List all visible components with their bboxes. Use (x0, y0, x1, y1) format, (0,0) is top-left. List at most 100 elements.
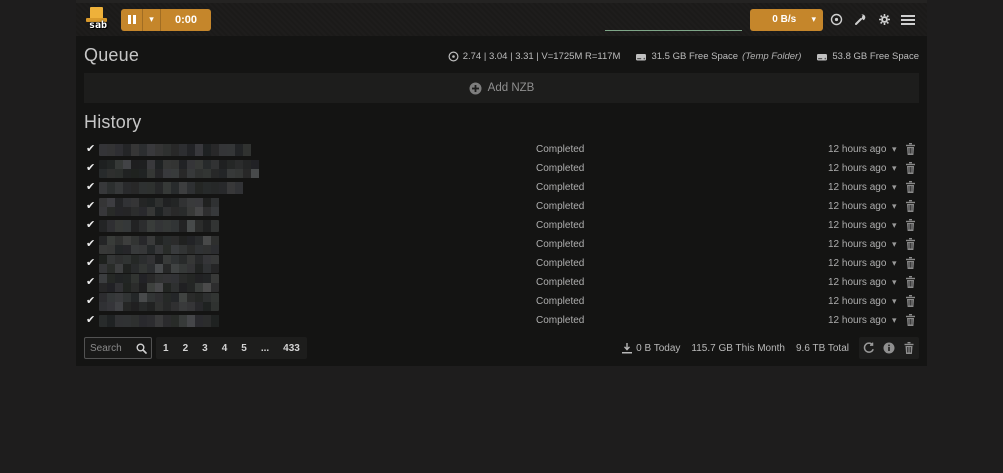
history-header: History (76, 105, 927, 138)
row-delete-button[interactable] (906, 219, 915, 234)
row-dropdown-button[interactable]: ▾ (890, 313, 899, 328)
row-delete-button[interactable] (906, 276, 915, 291)
job-status: Completed (536, 315, 584, 326)
purge-history-button[interactable] (899, 337, 919, 359)
job-time: 12 hours ago (828, 258, 886, 269)
job-status: Completed (536, 239, 584, 250)
row-dropdown-button[interactable]: ▾ (890, 256, 899, 271)
history-row[interactable]: ✔ Completed 12 hours ago ▾ (76, 197, 927, 216)
completed-check-icon: ✔ (86, 276, 95, 289)
job-status: Completed (536, 144, 584, 155)
row-delete-button[interactable] (906, 200, 915, 215)
job-time: 12 hours ago (828, 315, 886, 326)
trash-icon (906, 276, 915, 288)
temp-folder-space: 31.5 GB Free Space (Temp Folder) (635, 51, 801, 62)
row-delete-button[interactable] (906, 295, 915, 310)
job-status: Completed (536, 201, 584, 212)
trash-icon (906, 238, 915, 250)
history-footer: 12345...433 0 B Today 115.7 GB This Mont… (76, 332, 927, 366)
sab-logo[interactable]: sab (84, 6, 114, 34)
queue-title: Queue (84, 45, 139, 66)
sab-hat-icon (90, 7, 103, 19)
row-delete-button[interactable] (906, 238, 915, 253)
job-status: Completed (536, 258, 584, 269)
history-row[interactable]: ✔ Completed 12 hours ago ▾ (76, 216, 927, 235)
job-status: Completed (536, 182, 584, 193)
plus-circle-icon (469, 82, 482, 95)
speed-dropdown-button[interactable]: 0 B/s ▾ (750, 9, 823, 31)
row-dropdown-button[interactable]: ▾ (890, 180, 899, 195)
history-list: ✔ Completed 12 hours ago ▾ ✔ Completed 1… (76, 140, 927, 330)
job-time: 12 hours ago (828, 296, 886, 307)
history-row[interactable]: ✔ Completed 12 hours ago ▾ (76, 178, 927, 197)
redacted-job-name (99, 293, 219, 311)
add-nzb-button[interactable]: Add NZB (84, 73, 919, 103)
row-dropdown-button[interactable]: ▾ (890, 294, 899, 309)
top-bar: sab ▾ 0:00 0 B/s ▾ (76, 0, 927, 36)
row-dropdown-button[interactable]: ▾ (890, 142, 899, 157)
page-button-2[interactable]: 2 (176, 337, 196, 359)
completed-check-icon: ✔ (86, 257, 95, 270)
sabnzbd-app: sab ▾ 0:00 0 B/s ▾ (76, 0, 927, 366)
row-dropdown-button[interactable]: ▾ (890, 199, 899, 214)
trash-icon (906, 143, 915, 155)
sab-logo-text: sab (85, 20, 111, 31)
history-row[interactable]: ✔ Completed 12 hours ago ▾ (76, 311, 927, 330)
row-delete-button[interactable] (906, 162, 915, 177)
pause-button[interactable] (121, 9, 143, 31)
search-input[interactable] (85, 343, 131, 354)
page-button-4[interactable]: 4 (215, 337, 235, 359)
temp-folder-note: (Temp Folder) (742, 51, 801, 62)
pause-timer[interactable]: 0:00 (161, 9, 211, 31)
trash-icon (906, 162, 915, 174)
menu-icon-button[interactable] (897, 8, 919, 32)
history-row[interactable]: ✔ Completed 12 hours ago ▾ (76, 273, 927, 292)
page-ellipsis[interactable]: ... (254, 337, 276, 359)
speed-value: 0 B/s (757, 14, 811, 25)
pagination: 12345...433 (156, 337, 307, 359)
page-button-5[interactable]: 5 (234, 337, 254, 359)
temp-folder-space-value: 31.5 GB Free Space (651, 51, 738, 62)
row-delete-button[interactable] (906, 257, 915, 272)
status-icon-button[interactable] (825, 8, 847, 32)
hamburger-menu-icon (901, 14, 915, 26)
speed-sparkline (605, 12, 742, 31)
add-nzb-label: Add NZB (488, 82, 535, 94)
completed-check-icon: ✔ (86, 143, 95, 156)
redacted-job-name (99, 315, 221, 327)
trash-icon (906, 219, 915, 231)
gear-icon-button[interactable] (873, 8, 895, 32)
page-button-433[interactable]: 433 (276, 337, 307, 359)
wrench-icon-button[interactable] (849, 8, 871, 32)
refresh-button[interactable] (859, 337, 879, 359)
row-delete-button[interactable] (906, 143, 915, 158)
chevron-down-icon: ▾ (149, 15, 154, 24)
history-row[interactable]: ✔ Completed 12 hours ago ▾ (76, 159, 927, 178)
row-dropdown-button[interactable]: ▾ (890, 161, 899, 176)
redacted-job-name (99, 144, 257, 156)
history-row[interactable]: ✔ Completed 12 hours ago ▾ (76, 292, 927, 311)
completed-check-icon: ✔ (86, 219, 95, 232)
history-row[interactable]: ✔ Completed 12 hours ago ▾ (76, 140, 927, 159)
row-delete-button[interactable] (906, 314, 915, 329)
month-total-value: 115.7 GB This Month (691, 343, 785, 354)
row-dropdown-button[interactable]: ▾ (890, 275, 899, 290)
row-delete-button[interactable] (906, 181, 915, 196)
job-time: 12 hours ago (828, 182, 886, 193)
today-total-value: 0 B Today (636, 343, 680, 354)
pause-dropdown-button[interactable]: ▾ (143, 9, 161, 31)
history-row[interactable]: ✔ Completed 12 hours ago ▾ (76, 254, 927, 273)
job-time: 12 hours ago (828, 201, 886, 212)
search-icon (136, 343, 147, 354)
search-button[interactable] (131, 339, 151, 357)
refresh-icon (863, 342, 875, 354)
row-dropdown-button[interactable]: ▾ (890, 237, 899, 252)
redacted-job-name (99, 160, 266, 178)
history-row[interactable]: ✔ Completed 12 hours ago ▾ (76, 235, 927, 254)
info-button[interactable] (879, 337, 899, 359)
page-button-1[interactable]: 1 (156, 337, 176, 359)
page-button-3[interactable]: 3 (195, 337, 215, 359)
redacted-job-name (99, 274, 219, 292)
row-dropdown-button[interactable]: ▾ (890, 218, 899, 233)
completed-check-icon: ✔ (86, 162, 95, 175)
